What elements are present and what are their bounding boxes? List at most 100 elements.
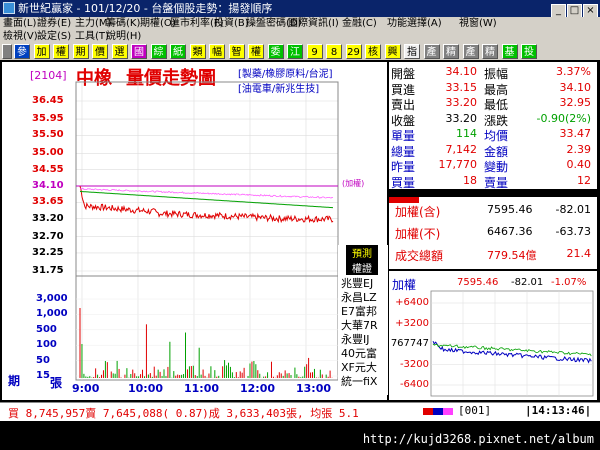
menu-item[interactable]: 檢視(V) <box>3 30 38 43</box>
ticker-time: |14:13:46| <box>525 404 592 417</box>
quote-value: 7,142 <box>445 142 478 156</box>
toolbar-button[interactable]: 29 <box>345 44 362 59</box>
toolbar-button[interactable]: 9 <box>306 44 323 59</box>
minimize-button[interactable]: _ <box>551 4 566 18</box>
quote-label: 買量 <box>391 175 416 190</box>
quote-value: 17,770 <box>438 158 478 171</box>
quote-value: 2.39 <box>566 142 592 156</box>
toolbar-button[interactable]: 選 <box>111 44 128 59</box>
menu-item[interactable]: 說明(H) <box>106 30 141 43</box>
mini-frame <box>430 290 594 397</box>
index-value: 6467.36 <box>487 225 533 238</box>
menu-item[interactable]: 工具(T) <box>75 30 109 43</box>
toolbar-button[interactable]: 紙 <box>170 44 186 59</box>
menu-item[interactable]: 籌碼(K) <box>106 17 140 30</box>
quote-label: 開盤 <box>391 67 416 81</box>
quote-label: 昨量 <box>391 160 416 174</box>
url-text: http://kujd3268.pixnet.net/album <box>362 432 594 446</box>
quote-label: 變動 <box>484 160 509 174</box>
toolbar-button[interactable]: 權 <box>53 44 69 59</box>
toolbar-grip <box>2 44 12 59</box>
quote-value: 0.40 <box>566 158 592 171</box>
quote-value: 33.20 <box>445 111 478 125</box>
toolbar-button[interactable]: 8 <box>326 44 342 59</box>
toolbar-button[interactable]: 精 <box>482 44 498 59</box>
toolbar-button[interactable]: 產 <box>423 44 440 59</box>
toolbar-button[interactable]: 指 <box>404 44 420 59</box>
toolbar-button[interactable]: 幅 <box>209 44 225 59</box>
window-title: 新世紀贏家 - 101/12/20 - 台盤個股走勢：揚發順序 <box>18 2 273 15</box>
chart-panel: [2104] 中橡 量價走勢圖 [製藥/橡膠原料/台泥] [油電車/新兆生技] … <box>2 62 387 400</box>
toolbar-button[interactable]: 基 <box>501 44 518 59</box>
quote-label: 振幅 <box>484 67 509 81</box>
mini-index-chart[interactable] <box>389 271 597 400</box>
toolbar-button[interactable]: 核 <box>365 44 381 59</box>
menu-item[interactable]: 功能選擇(A) <box>387 17 442 30</box>
index-label: 加權(不) <box>395 227 441 241</box>
broker-item[interactable]: 統一fiX <box>341 373 377 389</box>
ticker-code: [001] <box>458 404 492 417</box>
toolbar-button[interactable]: 精 <box>443 44 459 59</box>
quote-value: -0.90(2%) <box>536 111 592 125</box>
toolbar-button[interactable]: 價 <box>92 44 108 59</box>
status-pink <box>443 408 453 415</box>
index-value: 779.54億 <box>487 249 537 262</box>
quote-label: 賣出 <box>391 98 416 112</box>
toolbar-button[interactable]: 加 <box>33 44 50 59</box>
quote-value: 33.20 <box>445 96 478 109</box>
toolbar-button[interactable]: 興 <box>384 44 401 59</box>
maximize-button[interactable]: □ <box>567 4 582 18</box>
toolbar-button[interactable]: 投 <box>521 44 537 59</box>
toolbar-button[interactable]: 參 <box>14 44 30 59</box>
quote-panel: 開盤 34.10 振幅 3.37% 買進 33.15 最高 34.10 賣出 33.20 最低 32.… <box>389 62 597 190</box>
toolbar-button[interactable]: 江 <box>287 44 303 59</box>
toolbar-button[interactable]: 綜 <box>150 44 167 59</box>
time-tick-label: 10:00 <box>128 382 164 395</box>
status-ticker: 買 8,745,957賣 7,645,088( 0.87)成 3,633,403… <box>0 402 600 421</box>
toolbar-button[interactable]: 產 <box>462 44 479 59</box>
quote-value: 3.37% <box>556 65 591 78</box>
time-tick-label: 12:00 <box>240 382 276 395</box>
menu-item[interactable]: 視窗(W) <box>459 17 497 30</box>
index-overlay-line <box>79 187 334 199</box>
toolbar: 參加權期價選國綜紙類幅智權委江 9 8 29 核興指產精產精基投 <box>0 43 600 60</box>
menu-item[interactable]: 設定(S) <box>37 30 71 43</box>
quote-value: 18 <box>463 173 477 187</box>
broker-list: 預測 權證 兆豐EJ 永昌LZ E7富邦 大華7R 永豐IJ 40元富 XF元大 統一fiX <box>338 245 388 395</box>
toolbar-button[interactable]: 智 <box>228 44 245 59</box>
toolbar-button[interactable]: 委 <box>267 44 284 59</box>
index-summary: 加權(含) 7595.46 -82.01 加權(不) 6467.36 -63.73 成交總額… <box>389 191 597 269</box>
quote-value: 12 <box>577 173 591 187</box>
quote-label: 漲跌 <box>484 113 509 128</box>
quote-label: 賣量 <box>484 175 509 190</box>
menu-item[interactable]: 證券(E) <box>37 17 71 30</box>
time-tick-label: 11:00 <box>184 382 220 395</box>
quote-value: 114 <box>456 127 477 140</box>
forecast-header: 預測 <box>346 245 378 260</box>
menu-item[interactable]: 國際資訊(I) <box>288 17 339 30</box>
toolbar-button[interactable]: 國 <box>131 44 147 59</box>
index-label: 成交總額 <box>395 249 444 263</box>
menu-item[interactable]: 投資(B) <box>214 17 249 30</box>
mini-index-panel: 加權 7595.46 -82.01 -1.07% +6400 +3200 76774… <box>389 271 597 400</box>
ticker-text: 買 8,745,957賣 7,645,088( 0.87)成 3,633,403… <box>8 407 359 420</box>
menu-item[interactable]: 畫面(L) <box>3 17 36 30</box>
toolbar-button[interactable]: 期 <box>72 44 89 59</box>
menu-item[interactable]: 金融(C) <box>342 17 377 30</box>
warrant-header: 權證 <box>346 260 378 275</box>
window-controls: _ □ × <box>550 1 598 18</box>
quote-label: 總量 <box>391 144 416 159</box>
url-bar: http://kujd3268.pixnet.net/album <box>0 428 600 450</box>
quote-label: 均價 <box>484 129 509 143</box>
time-tick-label: 9:00 <box>72 382 100 395</box>
quote-value: 34.10 <box>559 80 592 94</box>
index-label: 加權(含) <box>395 205 441 219</box>
quote-value: 34.10 <box>445 65 478 78</box>
toolbar-button[interactable]: 類 <box>189 44 206 59</box>
toolbar-button[interactable]: 權 <box>248 44 264 59</box>
price-volume-chart[interactable] <box>2 62 387 400</box>
close-button[interactable]: × <box>583 4 598 18</box>
reference-label: (加權) <box>342 179 365 188</box>
quote-value: 33.47 <box>559 127 592 140</box>
index-change: -82.01 <box>555 203 591 216</box>
